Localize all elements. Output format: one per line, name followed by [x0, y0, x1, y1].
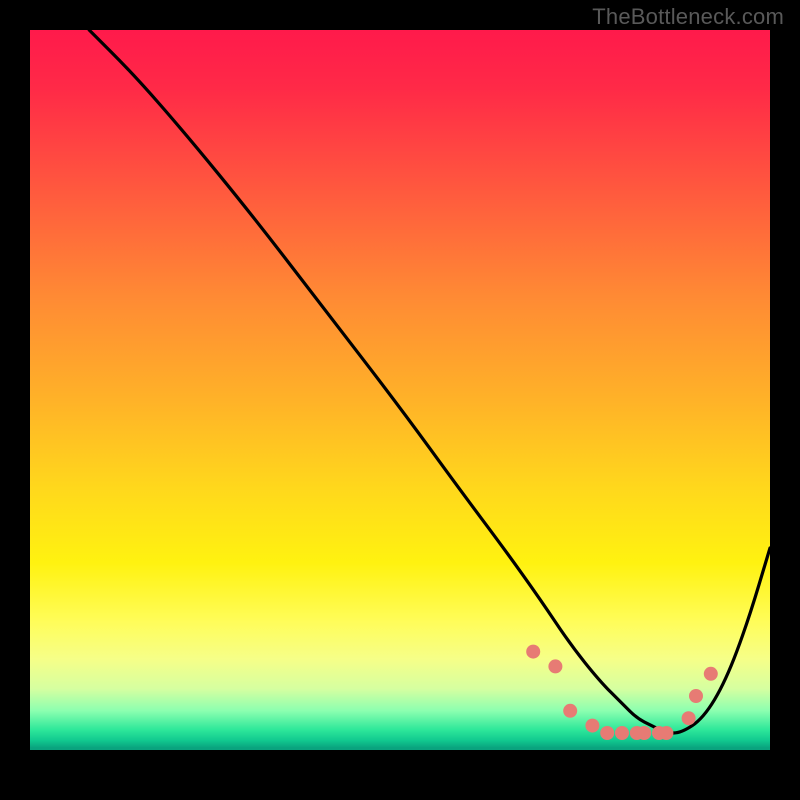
marker-dot: [548, 659, 562, 673]
chart-frame: TheBottleneck.com: [0, 0, 800, 800]
marker-dot: [682, 711, 696, 725]
marker-dot: [659, 726, 673, 740]
marker-dot: [689, 689, 703, 703]
marker-dot: [563, 704, 577, 718]
curve-line: [89, 30, 770, 733]
marker-dot: [615, 726, 629, 740]
marker-dot: [585, 719, 599, 733]
watermark-text: TheBottleneck.com: [592, 4, 784, 30]
plot-area: [30, 30, 770, 770]
marker-dot: [637, 726, 651, 740]
marker-dot: [526, 645, 540, 659]
chart-overlay: [30, 30, 770, 770]
marker-dot: [704, 667, 718, 681]
marker-dot: [600, 726, 614, 740]
marker-dots: [526, 645, 718, 740]
